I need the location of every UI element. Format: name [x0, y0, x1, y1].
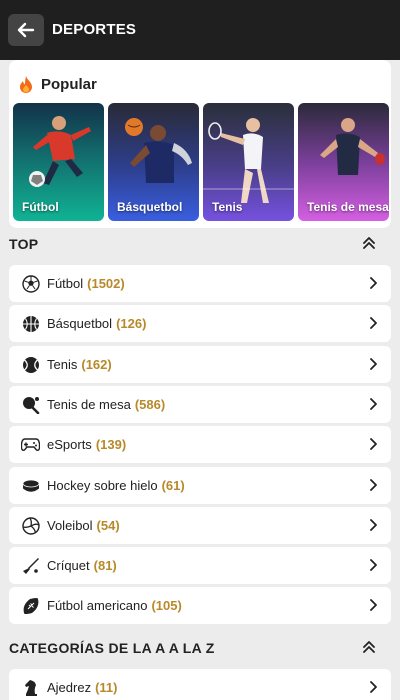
chevron-double-up-icon[interactable] — [363, 236, 375, 250]
sport-name: eSports — [47, 437, 92, 452]
list-item-tenis-de-mesa[interactable]: Tenis de mesa (586) — [9, 386, 391, 423]
sport-count: (105) — [151, 598, 182, 613]
popular-tiles: Fútbol Básquetbol Tenis Tenis de mesa — [13, 103, 389, 221]
list-item-futbol-americano[interactable]: Fútbol americano (105) — [9, 587, 391, 624]
sport-name: Críquet — [47, 558, 90, 573]
list-item-text: Hockey sobre hielo (61) — [47, 478, 185, 493]
chevron-right-icon — [370, 317, 377, 329]
list-item-text: Fútbol americano (105) — [47, 598, 182, 613]
tile-label: Tenis de mesa — [307, 200, 389, 214]
chevron-right-icon — [370, 519, 377, 531]
chevron-right-icon — [370, 559, 377, 571]
sport-name: Hockey sobre hielo — [47, 478, 158, 493]
tile-basquetbol[interactable]: Básquetbol — [108, 103, 199, 221]
list-item-esports[interactable]: eSports (139) — [9, 426, 391, 463]
sport-name: Tenis — [47, 357, 78, 372]
sport-count: (139) — [95, 437, 127, 452]
list-item-voleibol[interactable]: Voleibol (54) — [9, 507, 391, 544]
list-item-tenis[interactable]: Tenis (162) — [9, 346, 391, 383]
section-title: TOP — [9, 236, 39, 252]
list-item-basquetbol[interactable]: Básquetbol (126) — [9, 305, 391, 342]
list-item-text: Tenis de mesa (586) — [47, 397, 165, 412]
chevron-right-icon — [370, 479, 377, 491]
sport-count: (586) — [134, 397, 166, 412]
tile-label: Básquetbol — [117, 200, 183, 214]
categories-section-header[interactable]: CATEGORÍAS DE LA A A LA Z — [9, 636, 391, 660]
hockey-puck-icon — [21, 476, 40, 495]
tile-label: Fútbol — [22, 200, 59, 214]
list-item-text: Voleibol (54) — [47, 518, 120, 533]
popular-header: Popular — [19, 76, 97, 93]
chevron-right-icon — [370, 398, 377, 410]
tennis-ball-icon — [21, 355, 40, 374]
list-item-hockey[interactable]: Hockey sobre hielo (61) — [9, 467, 391, 504]
list-item-futbol[interactable]: Fútbol (1502) — [9, 265, 391, 302]
list-item-text: Fútbol (1502) — [47, 276, 125, 291]
sport-name: Voleibol — [47, 518, 93, 533]
cricket-bat-icon — [21, 556, 40, 575]
sport-count: (162) — [81, 357, 112, 372]
sport-count: (1502) — [87, 276, 125, 291]
sport-count: (61) — [161, 478, 185, 493]
ping-pong-icon — [21, 395, 40, 414]
sport-count: (81) — [93, 558, 117, 573]
sport-name: Tenis de mesa — [47, 397, 131, 412]
list-item-text: eSports (139) — [47, 437, 126, 452]
volleyball-icon — [21, 516, 40, 535]
basketball-icon — [21, 314, 40, 333]
chevron-right-icon — [370, 358, 377, 370]
chess-knight-icon — [21, 678, 40, 697]
arrow-left-icon — [17, 22, 35, 38]
sport-count: (54) — [96, 518, 120, 533]
american-football-icon — [21, 596, 40, 615]
chevron-double-up-icon[interactable] — [363, 640, 375, 654]
section-title: CATEGORÍAS DE LA A A LA Z — [9, 640, 215, 656]
sport-count: (126) — [116, 316, 147, 331]
sport-name: Básquetbol — [47, 316, 113, 331]
page-title: DEPORTES — [52, 21, 137, 38]
list-item-text: Críquet (81) — [47, 558, 117, 573]
list-item-criquet[interactable]: Críquet (81) — [9, 547, 391, 584]
sport-name: Fútbol americano — [47, 598, 148, 613]
fire-icon — [20, 76, 32, 93]
back-button[interactable] — [8, 14, 44, 46]
list-item-text: Básquetbol (126) — [47, 316, 146, 331]
chevron-right-icon — [370, 438, 377, 450]
list-item-text: Ajedrez (11) — [47, 680, 117, 695]
sport-name: Ajedrez — [47, 680, 92, 695]
top-bar: DEPORTES — [0, 0, 400, 60]
soccer-ball-icon — [21, 274, 40, 293]
sport-count: (11) — [95, 680, 118, 695]
list-item-ajedrez[interactable]: Ajedrez (11) — [9, 669, 391, 700]
tile-tenis-de-mesa[interactable]: Tenis de mesa — [298, 103, 389, 221]
list-item-text: Tenis (162) — [47, 357, 112, 372]
gamepad-icon — [21, 435, 40, 454]
tile-label: Tenis — [212, 200, 243, 214]
chevron-right-icon — [370, 277, 377, 289]
popular-title: Popular — [41, 76, 97, 93]
chevron-right-icon — [370, 599, 377, 611]
top-section-header[interactable]: TOP — [9, 232, 391, 256]
chevron-right-icon — [370, 681, 377, 693]
tile-tenis[interactable]: Tenis — [203, 103, 294, 221]
tile-futbol[interactable]: Fútbol — [13, 103, 104, 221]
sport-name: Fútbol — [47, 276, 84, 291]
popular-section: Popular Fútbol Básquetbol Tenis Tenis de… — [9, 60, 391, 228]
